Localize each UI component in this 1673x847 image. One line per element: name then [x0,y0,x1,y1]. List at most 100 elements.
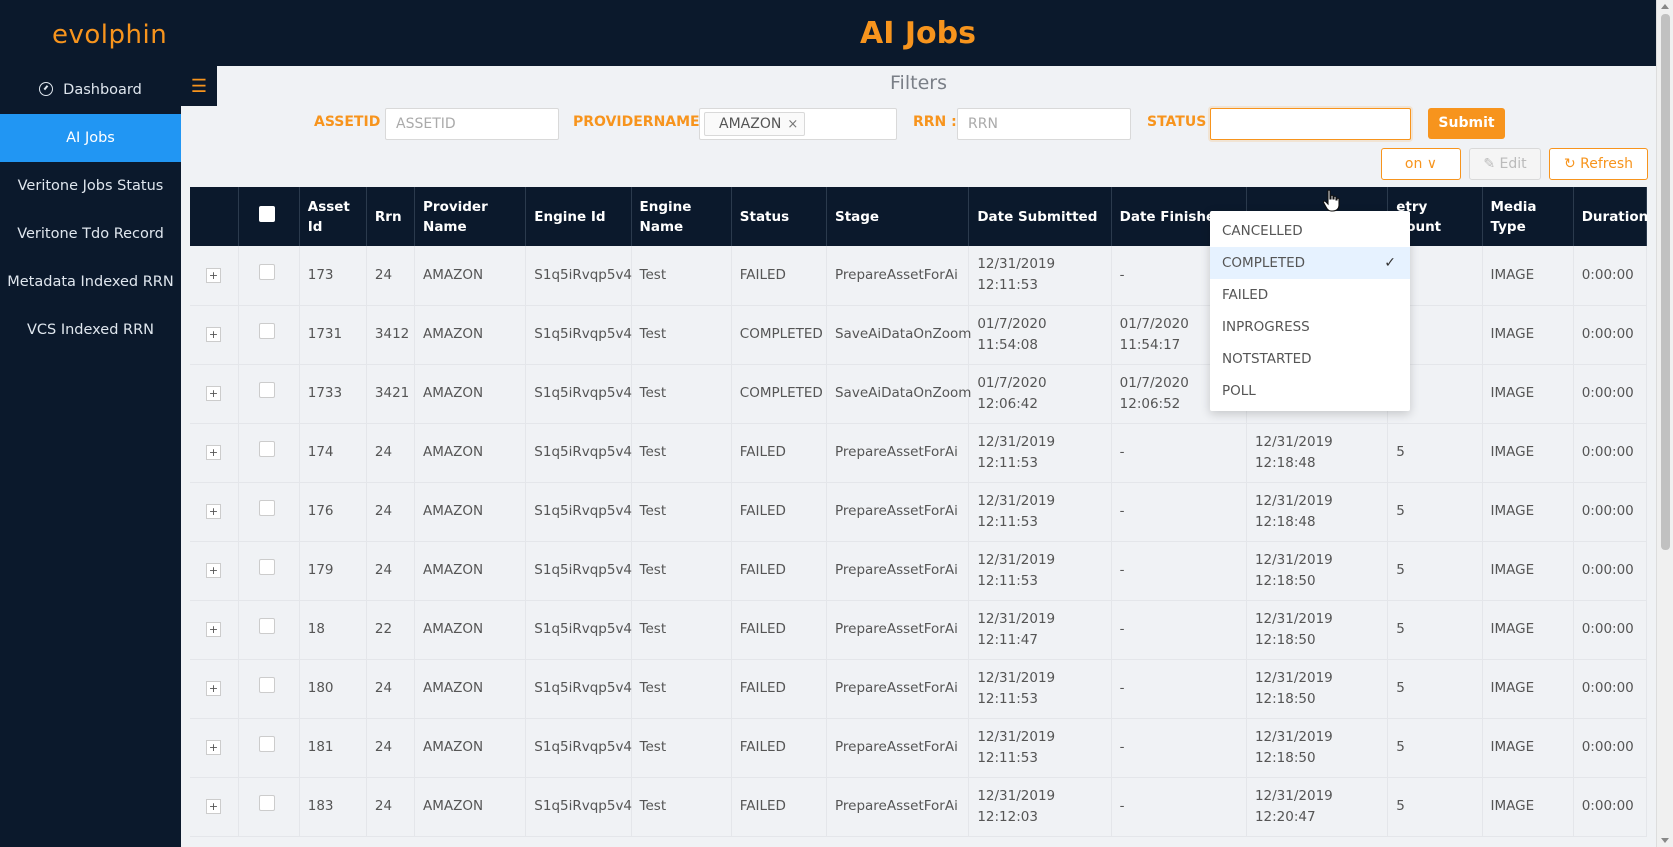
row-checkbox[interactable] [258,677,275,693]
table-cell: - [1111,482,1247,542]
close-icon[interactable]: × [787,117,798,132]
table-row[interactable]: +18 22 AMAZON S1q5iRvqp5v4 Test FAILED Prepare… [190,600,1648,660]
row-checkbox[interactable] [258,795,275,811]
expand-row-button[interactable]: + [206,327,221,342]
expand-row-button[interactable]: + [206,504,221,519]
table-row[interactable]: +1731 3412 AMAZON S1q5iRvqp5v4 Test COMPLETED… [190,305,1648,365]
header-date-submitted[interactable]: Date Submitted [968,187,1112,246]
table-cell: 01/7/2020 11:54:08 [968,305,1112,365]
vertical-scrollbar[interactable] [1656,0,1673,847]
expand-row-button[interactable]: + [206,681,221,696]
assetid-input[interactable]: ASSETID [385,108,559,140]
table-cell: 24 [366,777,416,837]
header-engine-id[interactable]: Engine Id [525,187,632,246]
table-cell: S1q5iRvqp5v4 [525,423,632,483]
select-all-checkbox[interactable] [258,205,275,222]
table-cell: - [1111,777,1247,837]
filters-title: Filters [890,72,947,94]
check-icon: ✓ [1384,255,1396,271]
expand-row-button[interactable]: + [206,622,221,637]
table-row[interactable]: +174 24 AMAZON S1q5iRvqp5v4 Test FAILED Prepar… [190,423,1648,483]
rrn-input[interactable]: RRN [957,108,1131,140]
table-cell: S1q5iRvqp5v4 [525,482,632,542]
table-cell: IMAGE [1482,246,1574,306]
sidebar-item-veritone-jobs-status[interactable]: Veritone Jobs Status [0,162,181,210]
table-body: +173 24 AMAZON S1q5iRvqp5v4 Test FAILED Prepar… [190,246,1648,837]
row-checkbox[interactable] [258,736,275,752]
provider-tag: AMAZON × [704,112,806,136]
table-cell: PrepareAssetForAi [826,718,970,778]
table-cell: S1q5iRvqp5v4 [525,777,632,837]
row-checkbox[interactable] [258,441,275,457]
status-option-poll[interactable]: POLL [1210,375,1410,407]
select-cell [238,246,300,306]
table-row[interactable]: +1733 3421 AMAZON S1q5iRvqp5v4 Test COMPLETED… [190,364,1648,424]
sidebar-item-ai-jobs[interactable]: AI Jobs [0,114,181,162]
table-cell: 3412 [366,305,416,365]
select-cell [238,423,300,483]
refresh-button[interactable]: ↻ Refresh [1549,148,1648,180]
row-checkbox[interactable] [258,382,275,398]
expand-row-button[interactable]: + [206,267,221,283]
status-option-label: COMPLETED [1222,255,1306,271]
table-row[interactable]: +181 24 AMAZON S1q5iRvqp5v4 Test FAILED Prepar… [190,718,1648,778]
sidebar-item-vcs-indexed-rrn[interactable]: VCS Indexed RRN [0,306,181,354]
header-asset-id[interactable]: Asset Id [299,187,367,246]
row-checkbox[interactable] [258,500,275,516]
table-cell: Test [631,541,732,601]
table-cell: 24 [366,718,416,778]
row-checkbox[interactable] [258,263,275,280]
expand-row-button[interactable]: + [206,740,221,755]
rrn-placeholder: RRN [968,116,998,132]
table-cell: 24 [366,482,416,542]
table-row[interactable]: +180 24 AMAZON S1q5iRvqp5v4 Test FAILED Prepar… [190,659,1648,719]
header-duration[interactable]: Duration [1573,187,1648,246]
expand-cell: + [190,718,239,778]
table-cell: Test [631,482,732,542]
scroll-down-arrow-icon[interactable] [1661,838,1669,843]
scroll-up-arrow-icon[interactable] [1661,4,1669,9]
providername-select[interactable]: AMAZON × [699,108,897,140]
header-status[interactable]: Status [731,187,827,246]
table-row[interactable]: +173 24 AMAZON S1q5iRvqp5v4 Test FAILED Prepar… [190,246,1648,306]
sidebar-item-veritone-tdo-record[interactable]: Veritone Tdo Record [0,210,181,258]
row-checkbox[interactable] [258,323,275,339]
expand-row-button[interactable]: + [206,563,221,578]
sidebar-toggle-button[interactable]: ☰ [181,66,217,106]
expand-row-button[interactable]: + [206,445,221,460]
expand-row-button[interactable]: + [206,386,221,401]
header-provider-name[interactable]: Provider Name [414,187,527,246]
header-stage[interactable]: Stage [826,187,970,246]
sidebar-item-label: Veritone Jobs Status [17,178,164,194]
table-cell: 5 [1387,777,1483,837]
table-cell: 5 [1387,718,1483,778]
header-rrn[interactable]: Rrn [366,187,416,246]
row-checkbox[interactable] [258,618,275,634]
header-engine-name[interactable]: Engine Name [631,187,732,246]
header-media-type[interactable]: Media Type [1482,187,1574,246]
status-select[interactable] [1210,108,1411,140]
status-option-inprogress[interactable]: INPROGRESS [1210,311,1410,343]
action-dropdown-button[interactable]: on ∨ [1381,148,1461,180]
status-option-notstarted[interactable]: NOTSTARTED [1210,343,1410,375]
status-option-failed[interactable]: FAILED [1210,279,1410,311]
sidebar-item-metadata-indexed-rrn[interactable]: Metadata Indexed RRN [0,258,181,306]
main-content: Filters ASSETID : ASSETID PROVIDERNAME :… [181,66,1656,847]
table-row[interactable]: +183 24 AMAZON S1q5iRvqp5v4 Test FAILED Prepar… [190,777,1648,837]
table-row[interactable]: +176 24 AMAZON S1q5iRvqp5v4 Test FAILED Prepar… [190,482,1648,542]
status-option-completed[interactable]: COMPLETED ✓ [1210,247,1410,279]
sidebar-item-dashboard[interactable]: Dashboard [0,66,181,114]
table-cell: AMAZON [414,423,527,483]
table-row[interactable]: +179 24 AMAZON S1q5iRvqp5v4 Test FAILED Prepar… [190,541,1648,601]
edit-button[interactable]: ✎ Edit [1469,148,1541,180]
table-cell: 0:00:00 [1573,305,1648,365]
status-option-cancelled[interactable]: CANCELLED [1210,215,1410,247]
row-checkbox[interactable] [258,559,275,575]
expand-row-button[interactable]: + [206,799,221,814]
table-cell: IMAGE [1482,600,1574,660]
scrollbar-thumb[interactable] [1661,14,1670,550]
list-icon: ☰ [190,76,208,96]
header-expand [190,187,239,246]
table-cell: Test [631,718,732,778]
submit-button[interactable]: Submit [1428,108,1505,139]
